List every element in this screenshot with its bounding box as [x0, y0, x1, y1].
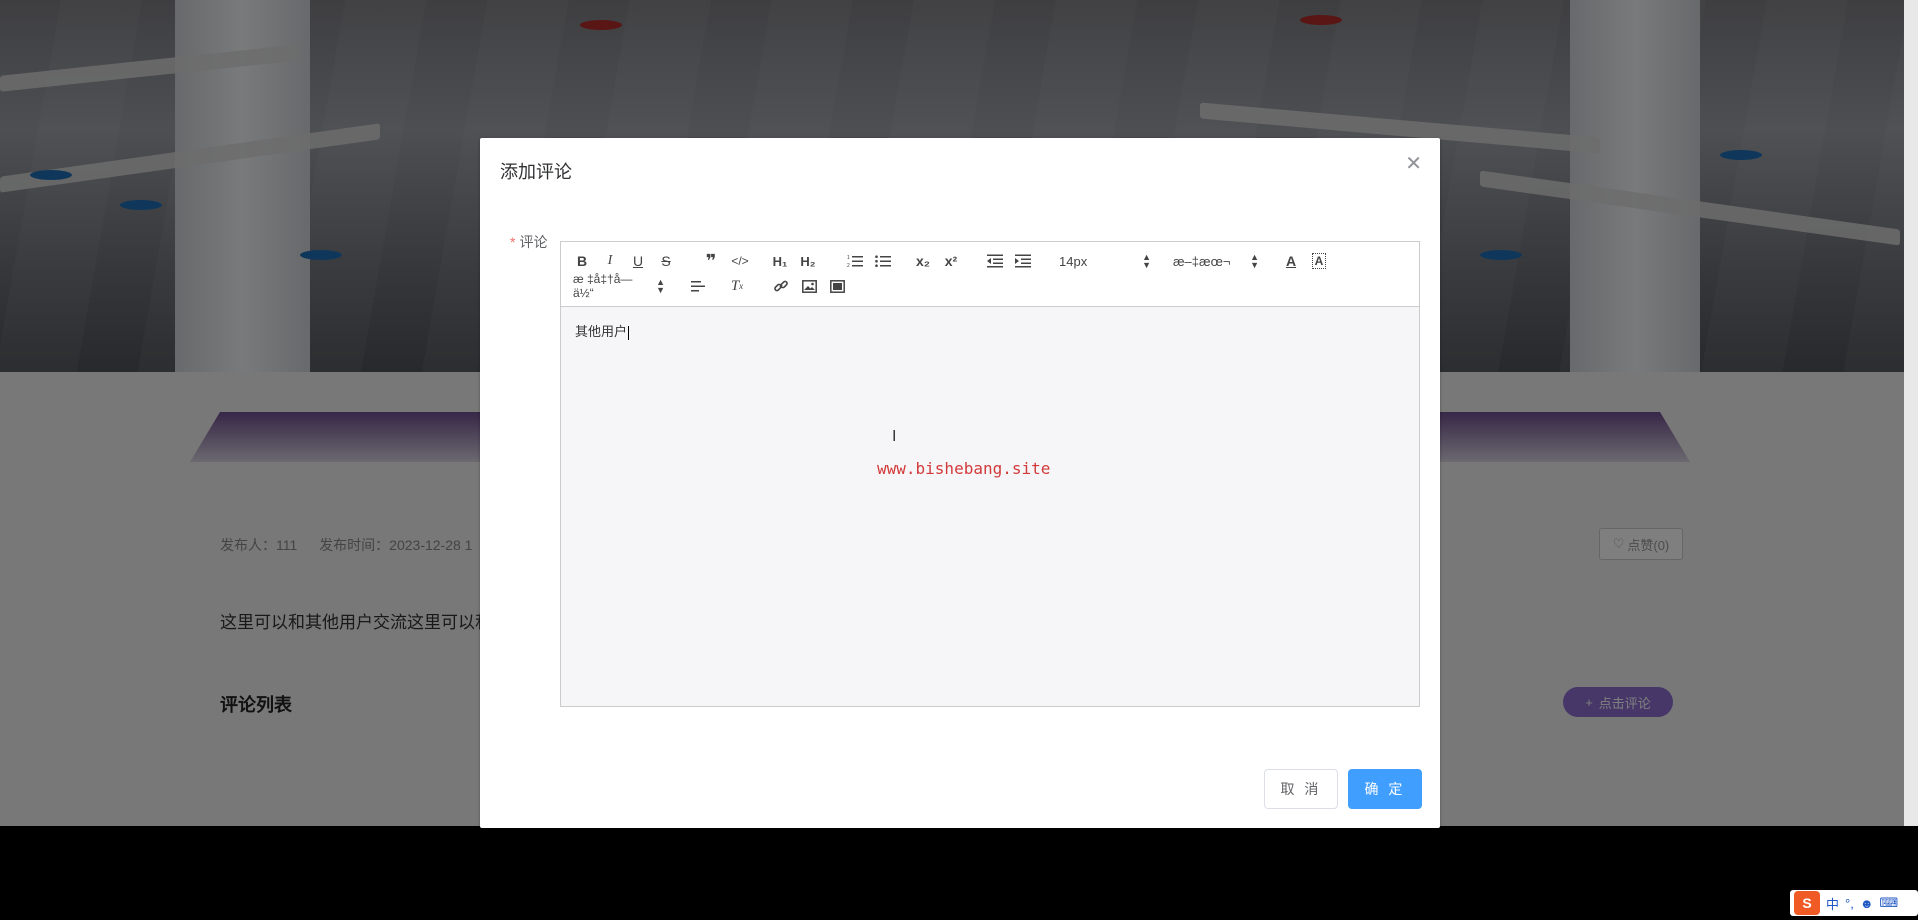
- code-block-icon[interactable]: </>: [729, 250, 751, 272]
- blockquote-icon[interactable]: ❞: [701, 250, 721, 272]
- font-family-select[interactable]: æ–‡æœ¬ ▲ ▼: [1173, 250, 1259, 272]
- editor-text: 其他用户: [575, 321, 630, 340]
- text-cursor-icon: I: [892, 428, 897, 445]
- font-size-select[interactable]: 14px ▲ ▼: [1059, 250, 1151, 272]
- header-select-value: æ ‡å‡†å­—ä½“: [573, 272, 633, 300]
- dialog-title: 添加评论: [500, 162, 572, 182]
- ime-punct[interactable]: °,: [1845, 896, 1854, 911]
- scrollbar[interactable]: [1904, 0, 1918, 826]
- font-color-icon[interactable]: A: [1281, 250, 1301, 272]
- subscript-icon[interactable]: x₂: [913, 250, 933, 272]
- close-icon[interactable]: ✕: [1405, 154, 1422, 174]
- h2-icon[interactable]: H₂: [797, 250, 819, 272]
- font-family-value: æ–‡æœ¬: [1173, 253, 1231, 269]
- required-mark: *: [510, 234, 516, 250]
- strikethrough-icon[interactable]: S: [657, 250, 675, 272]
- bold-icon[interactable]: B: [573, 250, 591, 272]
- add-comment-dialog: 添加评论 ✕ *评论 B I U S ❞ </> H₁ H₂ 12 x₂ x²: [480, 138, 1440, 828]
- ime-toolbar[interactable]: S 中 °, ☻ ⌨: [1790, 890, 1918, 916]
- editor-toolbar: B I U S ❞ </> H₁ H₂ 12 x₂ x² 14px ▲ ▼ æ–…: [560, 241, 1420, 307]
- h1-icon[interactable]: H₁: [769, 250, 791, 272]
- indent-icon[interactable]: [1013, 250, 1033, 272]
- video-icon[interactable]: [827, 275, 847, 297]
- clear-format-icon[interactable]: Tx: [727, 275, 747, 297]
- svg-text:2: 2: [847, 263, 850, 268]
- sogou-logo-icon: S: [1794, 891, 1820, 915]
- link-icon[interactable]: [771, 275, 791, 297]
- ordered-list-icon[interactable]: 12: [845, 250, 865, 272]
- font-size-value: 14px: [1059, 253, 1088, 269]
- select-arrows-icon: ▲ ▼: [1250, 252, 1259, 270]
- italic-icon[interactable]: I: [601, 250, 619, 272]
- select-arrows-icon: ▲ ▼: [1142, 252, 1151, 270]
- emoji-icon[interactable]: ☻: [1860, 896, 1874, 911]
- select-arrows-icon: ▲ ▼: [656, 277, 665, 295]
- comment-field-label: * 评论: [510, 232, 547, 252]
- background-color-icon[interactable]: A: [1309, 250, 1329, 272]
- comment-label-text: 评论: [519, 234, 548, 250]
- text-caret: [628, 325, 630, 340]
- watermark: www.bishebang.site: [877, 459, 1051, 478]
- bullet-list-icon[interactable]: [873, 250, 893, 272]
- rich-text-editor: B I U S ❞ </> H₁ H₂ 12 x₂ x² 14px ▲ ▼ æ–…: [560, 241, 1420, 845]
- superscript-icon[interactable]: x²: [941, 250, 961, 272]
- editor-content[interactable]: 其他用户 I www.bishebang.site: [560, 307, 1420, 707]
- header-select[interactable]: æ ‡å‡†å­—ä½“ ▲ ▼: [573, 272, 665, 300]
- editor-text-value: 其他用户: [575, 324, 628, 339]
- ime-mode[interactable]: 中: [1826, 894, 1839, 913]
- svg-text:1: 1: [847, 255, 850, 261]
- underline-icon[interactable]: U: [629, 250, 647, 272]
- align-icon[interactable]: [689, 275, 709, 297]
- outdent-icon[interactable]: [985, 250, 1005, 272]
- keyboard-icon[interactable]: ⌨: [1880, 895, 1899, 911]
- image-icon[interactable]: [799, 275, 819, 297]
- confirm-button[interactable]: 确 定: [1348, 769, 1422, 809]
- cancel-button[interactable]: 取 消: [1264, 769, 1338, 809]
